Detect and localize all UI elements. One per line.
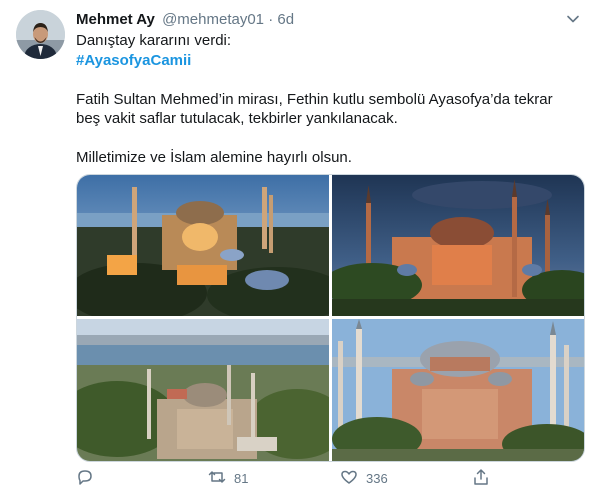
hashtag-link[interactable]: #AyasofyaCamii [76,52,191,69]
photo-3[interactable] [77,319,329,461]
tweet-line: Milletimize ve İslam alemine hayırlı ols… [76,149,352,166]
photo-2[interactable] [332,175,584,316]
tweet-header: Mehmet Ay @mehmetay01 · 6d [76,10,294,30]
tweet-timestamp[interactable]: 6d [277,11,294,28]
tweet-text: Danıştay kararını verdi: #AyasofyaCamii … [76,31,576,168]
tweet[interactable]: Mehmet Ay @mehmetay01 · 6d Danıştay kara… [0,0,590,486]
separator-dot: · [268,11,274,28]
tweet-line: Danıştay kararını verdi: [76,32,232,49]
chevron-down-icon[interactable] [566,12,580,26]
tweet-actions: 81 336 [76,468,576,488]
tweet-line: beş vakit saflar tutulacak, tekbirler ya… [76,110,398,127]
user-handle[interactable]: @mehmetay01 [162,11,264,28]
photo-4[interactable] [332,319,584,461]
avatar[interactable] [16,10,65,59]
display-name[interactable]: Mehmet Ay [76,11,155,28]
media-grid [76,174,585,462]
photo-1[interactable] [77,175,329,316]
tweet-line: Fatih Sultan Mehmed’in mirası, Fethin ku… [76,90,553,108]
